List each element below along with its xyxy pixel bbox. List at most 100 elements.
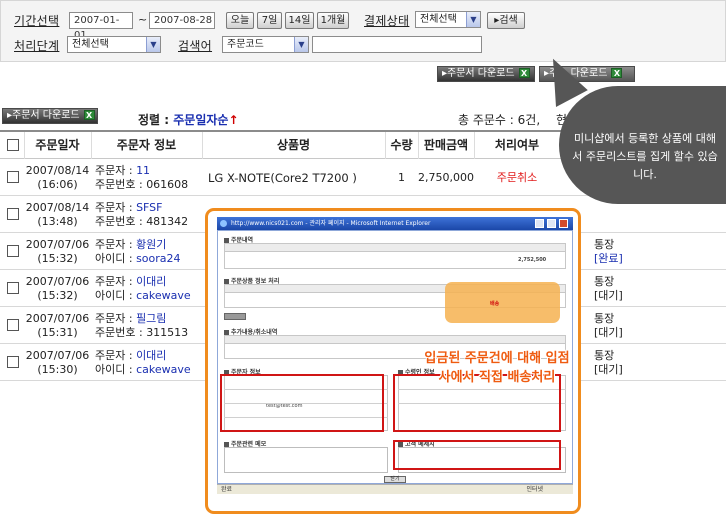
select-all-checkbox[interactable] bbox=[7, 139, 19, 151]
order-time: (16:06) bbox=[37, 177, 78, 191]
row-checkbox[interactable] bbox=[7, 208, 19, 220]
divider bbox=[474, 132, 475, 159]
buyer-info-cell: 주문자 : 이대리 아이디 : cakewave bbox=[95, 344, 202, 381]
buyer-label: 주문자 : bbox=[95, 200, 137, 214]
chevron-down-icon: ▼ bbox=[294, 37, 308, 52]
ie-logo-icon bbox=[220, 220, 227, 227]
process-step-select[interactable]: 전체선택 ▼ bbox=[67, 36, 161, 53]
status-badge[interactable]: 통장 [대기] bbox=[594, 270, 634, 307]
buyer-label: 주문자 : bbox=[95, 274, 137, 288]
quick-1month-button[interactable]: 1개월 bbox=[317, 12, 349, 29]
divider bbox=[24, 132, 25, 159]
status-badge[interactable]: 통장 [완료] bbox=[594, 233, 634, 270]
order-no-label: 주문번호 : bbox=[95, 177, 147, 191]
user-id-label: 아이디 : bbox=[95, 362, 137, 376]
sort-up-icon: ↑ bbox=[228, 113, 239, 127]
date-to-field[interactable]: 2007-08-28 bbox=[149, 12, 215, 29]
order-no-label: 주문번호 : bbox=[95, 325, 147, 339]
col-buyer-info: 주문자 정보 bbox=[116, 138, 177, 152]
list-order-download-label: 주문서 다운로드 bbox=[12, 110, 80, 121]
row-checkbox[interactable] bbox=[7, 171, 19, 183]
order-detail-popup-screenshot: http://www.nics021.com - 관리자 페이지 - Micro… bbox=[205, 208, 581, 514]
order-date: 2007/07/06 bbox=[25, 274, 90, 288]
order-download-button[interactable]: ▸주문서 다운로드 X bbox=[437, 66, 535, 82]
divider bbox=[385, 132, 386, 159]
buyer-name-link[interactable]: 이대리 bbox=[136, 275, 166, 288]
user-id-link[interactable]: cakewave bbox=[136, 363, 191, 376]
callout-text: 미니샵에서 등록한 상품에 대해서 주문리스트를 집게 할수 있습니다. bbox=[572, 132, 718, 181]
status-state: [완료] bbox=[594, 251, 623, 265]
status-badge[interactable]: 통장 [대기] bbox=[594, 307, 634, 344]
search-button[interactable]: ▸검색 bbox=[487, 12, 525, 29]
divider bbox=[91, 132, 92, 159]
ie-statusbar: 완료 인터넷 bbox=[217, 484, 573, 494]
buyer-name-link[interactable]: 11 bbox=[136, 164, 150, 177]
buyer-name-link[interactable]: 이대리 bbox=[136, 349, 166, 362]
order-date-cell: 2007/08/14 (16:06) bbox=[24, 159, 91, 196]
order-no-value: 061608 bbox=[146, 177, 189, 191]
status-state: [대기] bbox=[594, 362, 623, 376]
buyer-info-cell: 주문자 : 11 주문번호 : 061608 bbox=[95, 159, 202, 196]
status-badge[interactable]: 주문취소 bbox=[474, 159, 560, 196]
order-time: (15:31) bbox=[37, 325, 78, 339]
close-button: 닫기 bbox=[384, 476, 406, 483]
buyer-info-cell: 주문자 : SFSF 주문번호 : 481342 bbox=[95, 196, 202, 233]
search-field-value: 주문코드 bbox=[227, 39, 264, 50]
row-checkbox[interactable] bbox=[7, 282, 19, 294]
payment-status-value: 전체선택 bbox=[420, 14, 457, 25]
order-date-cell: 2007/07/06 (15:30) bbox=[24, 344, 91, 381]
order-no-label: 주문번호 : bbox=[95, 214, 147, 228]
status-change-highlight bbox=[445, 282, 560, 323]
divider bbox=[418, 132, 419, 159]
buyer-name-link[interactable]: 필그림 bbox=[136, 312, 166, 325]
search-button-label: 검색 bbox=[499, 15, 518, 26]
status-method: 통장 bbox=[594, 311, 615, 325]
status-state: [대기] bbox=[594, 288, 623, 302]
quantity: 1 bbox=[398, 170, 405, 184]
buyer-info-cell: 주문자 : 필그림 주문번호 : 311513 bbox=[95, 307, 202, 344]
order-date-cell: 2007/07/06 (15:31) bbox=[24, 307, 91, 344]
chevron-down-icon: ▼ bbox=[466, 12, 480, 27]
status-badge[interactable]: 통장 [대기] bbox=[594, 344, 634, 381]
buyer-name-link[interactable]: 황원기 bbox=[136, 238, 166, 251]
quick-today-button[interactable]: 오늘 bbox=[226, 12, 254, 29]
buyer-name-link[interactable]: SFSF bbox=[136, 201, 162, 214]
search-keyword-label: 검색어 bbox=[178, 39, 213, 53]
status-right: 인터넷 bbox=[526, 486, 543, 493]
buyer-info-cell: 주문자 : 황원기 아이디 : soora24 bbox=[95, 233, 202, 270]
product-name[interactable]: LG X-NOTE(Core2 T7200 ) bbox=[208, 159, 385, 196]
search-input[interactable] bbox=[312, 36, 482, 53]
grid-header bbox=[225, 244, 565, 252]
ie-window-title: http://www.nics021.com - 관리자 페이지 - Micro… bbox=[231, 220, 431, 227]
buyer-label: 주문자 : bbox=[95, 348, 137, 362]
row-checkbox[interactable] bbox=[7, 356, 19, 368]
search-field-select[interactable]: 주문코드 ▼ bbox=[222, 36, 309, 53]
quick-14days-button[interactable]: 14일 bbox=[285, 12, 314, 29]
order-download-label: 주문서 다운로드 bbox=[447, 68, 515, 79]
close-icon bbox=[559, 219, 568, 228]
user-id-link[interactable]: soora24 bbox=[136, 252, 180, 265]
col-status: 처리여부 bbox=[494, 138, 540, 152]
message-highlight-box bbox=[393, 440, 561, 470]
user-id-link[interactable]: cakewave bbox=[136, 289, 191, 302]
order-amount: 2,752,500 bbox=[518, 257, 547, 263]
order-date: 2007/08/14 bbox=[25, 200, 90, 214]
payment-status-select[interactable]: 전체선택 ▼ bbox=[415, 11, 481, 28]
row-checkbox[interactable] bbox=[7, 319, 19, 331]
memo-textarea bbox=[224, 447, 388, 473]
order-date: 2007/08/14 bbox=[25, 163, 90, 177]
user-id-label: 아이디 : bbox=[95, 288, 137, 302]
payment-status-label: 결제상태 bbox=[364, 14, 410, 28]
maximize-icon bbox=[547, 219, 556, 228]
buyer-label: 주문자 : bbox=[95, 311, 137, 325]
quick-7days-button[interactable]: 7일 bbox=[257, 12, 282, 29]
filter-panel: 기간선택 2007-01-01 ~ 2007-08-28 오늘 7일 14일 1… bbox=[0, 0, 726, 62]
date-from-field[interactable]: 2007-01-01 bbox=[69, 12, 133, 41]
process-step-label: 처리단계 bbox=[14, 39, 60, 53]
status-left: 완료 bbox=[221, 486, 233, 493]
excel-icon: X bbox=[611, 68, 623, 78]
list-order-download-button[interactable]: ▸주문서 다운로드 X bbox=[2, 108, 98, 124]
sort-value[interactable]: 주문일자순 bbox=[173, 113, 228, 127]
sale-amount: 2,750,000 bbox=[418, 170, 474, 184]
row-checkbox[interactable] bbox=[7, 245, 19, 257]
